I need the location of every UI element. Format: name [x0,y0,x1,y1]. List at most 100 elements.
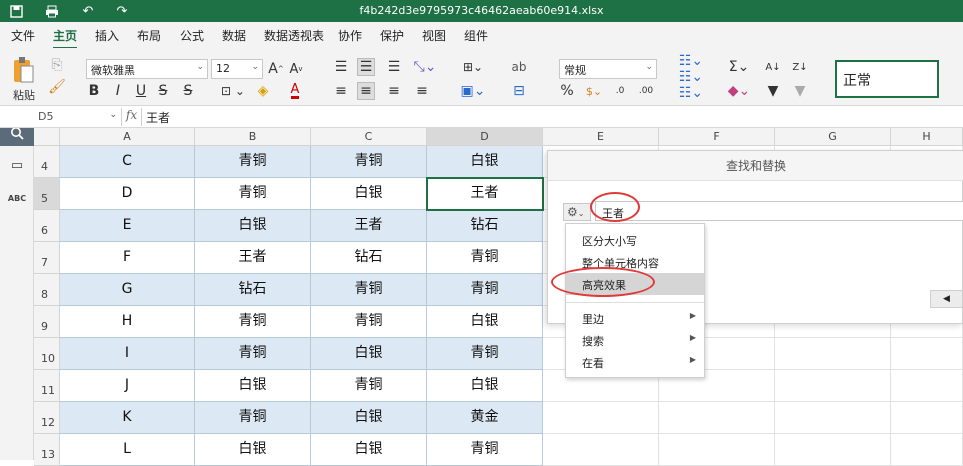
table-cell[interactable]: H [60,306,195,338]
paste-icon[interactable] [10,54,36,88]
row-header[interactable]: 11 [34,370,60,402]
table-cell[interactable]: 白银 [195,434,311,466]
spellcheck-icon[interactable]: ABC [5,194,29,210]
menu-protect[interactable]: 保护 [380,27,404,44]
table-cell[interactable]: 白银 [311,178,427,210]
align-bottom-icon[interactable]: ☰ [386,58,402,76]
search-options-button[interactable]: ⚙⌄ [563,203,591,221]
copy-icon[interactable]: ⎘ [48,56,66,74]
clear-icon[interactable]: ◆⌄ [728,82,751,100]
empty-cell[interactable] [659,434,775,466]
table-cell[interactable]: 白银 [311,434,427,466]
merge-cells-icon[interactable]: ▣⌄ [460,82,486,100]
table-cell[interactable]: 钻石 [311,242,427,274]
row-header[interactable]: 5 [34,178,60,210]
insert-rows-icon[interactable]: ☷⌄ [679,53,703,69]
table-cell[interactable]: 青铜 [311,306,427,338]
align-middle-icon[interactable]: ☰ [357,58,375,76]
table-cell[interactable]: 白银 [427,370,543,402]
table-cell[interactable]: 青铜 [311,370,427,402]
column-header-h[interactable]: H [891,128,963,146]
clear-filter-icon[interactable]: ▼ [792,82,808,100]
row-header[interactable]: 13 [34,434,60,466]
decrease-decimal-icon[interactable]: .00 [638,82,654,100]
menu-home[interactable]: 主页 [53,27,78,49]
table-cell[interactable]: F [60,242,195,274]
table-cell[interactable]: 白银 [195,370,311,402]
find-input[interactable]: 王者 [595,201,963,221]
table-cell[interactable]: 青铜 [311,146,427,178]
align-left-icon[interactable]: ≡ [333,82,349,100]
currency-icon[interactable]: $⌄ [586,82,602,100]
empty-cell[interactable] [891,338,963,370]
table-cell[interactable]: 白银 [311,338,427,370]
orientation-icon[interactable]: ⤡⌄ [412,58,438,76]
row-header[interactable]: 4 [34,146,60,178]
bold-icon[interactable]: B [86,82,102,100]
menu-collab[interactable]: 协作 [338,27,362,44]
table-cell[interactable]: D [60,178,195,210]
table-cell[interactable]: 黄金 [427,402,543,434]
border-icon[interactable]: ⊡ ⌄ [220,82,246,100]
empty-cell[interactable] [775,338,891,370]
empty-cell[interactable] [543,434,659,466]
table-cell[interactable]: I [60,338,195,370]
menu-file[interactable]: 文件 [11,27,35,44]
table-cell[interactable]: G [60,274,195,306]
row-header[interactable]: 9 [34,306,60,338]
row-header[interactable]: 12 [34,402,60,434]
format-rows-icon[interactable]: ☷⌄ [679,85,703,101]
formula-input[interactable]: 王者 [146,109,926,125]
row-header[interactable]: 10 [34,338,60,370]
increase-decimal-icon[interactable]: .0 [612,82,628,100]
menu-data[interactable]: 数据 [222,27,246,44]
column-header-g[interactable]: G [775,128,891,146]
column-header-c[interactable]: C [311,128,427,146]
option-search[interactable]: 搜索 ▶ [566,329,704,351]
empty-cell[interactable] [659,402,775,434]
menu-components[interactable]: 组件 [464,27,488,44]
column-header-d[interactable]: D [427,128,543,146]
text-direction-icon[interactable]: ab [510,58,528,76]
empty-cell[interactable] [775,402,891,434]
italic-icon[interactable]: I [110,82,126,100]
table-cell[interactable]: 钻石 [195,274,311,306]
table-cell[interactable]: 青铜 [195,306,311,338]
font-color-icon[interactable]: A [282,82,308,100]
align-center-icon[interactable]: ≡ [357,82,375,100]
empty-cell[interactable] [891,434,963,466]
select-all-corner[interactable] [34,128,60,146]
align-top-icon[interactable]: ☰ [333,58,349,76]
decrease-font-icon[interactable]: Av [288,59,304,79]
table-cell[interactable]: 白银 [195,210,311,242]
option-within[interactable]: 里边 ▶ [566,307,704,329]
indent-icon[interactable]: ⊟ [510,82,528,100]
table-cell[interactable]: 青铜 [427,338,543,370]
table-cell[interactable]: 青铜 [427,434,543,466]
increase-font-icon[interactable]: A ^ [268,59,284,79]
empty-cell[interactable] [891,370,963,402]
font-size-select[interactable]: 12 ⌄ [211,59,263,79]
delete-rows-icon[interactable]: ☷⌄ [679,69,703,85]
table-cell[interactable]: 青铜 [427,242,543,274]
table-cell[interactable]: 青铜 [311,274,427,306]
cell-style-box[interactable]: 正常 [835,60,939,98]
table-cell[interactable]: L [60,434,195,466]
table-cell[interactable]: 白银 [427,146,543,178]
strikethrough-alt-icon[interactable]: S [180,82,196,100]
sort-desc-icon[interactable]: Z↓ [792,58,808,76]
table-cell[interactable]: E [60,210,195,242]
row-header[interactable]: 6 [34,210,60,242]
table-cell[interactable]: 青铜 [195,146,311,178]
function-icon[interactable]: fx [122,108,142,126]
name-box[interactable]: D5 ⌄ [34,108,122,126]
option-match-case[interactable]: 区分大小写 [566,229,704,251]
row-header[interactable]: 7 [34,242,60,274]
column-header-a[interactable]: A [60,128,195,146]
table-cell[interactable]: K [60,402,195,434]
table-cell[interactable]: 白银 [311,402,427,434]
sum-icon[interactable]: Σ⌄ [729,58,750,76]
table-cell[interactable]: 青铜 [195,402,311,434]
percent-icon[interactable]: % [559,82,575,100]
previous-result-button[interactable]: ◀ [930,290,963,308]
